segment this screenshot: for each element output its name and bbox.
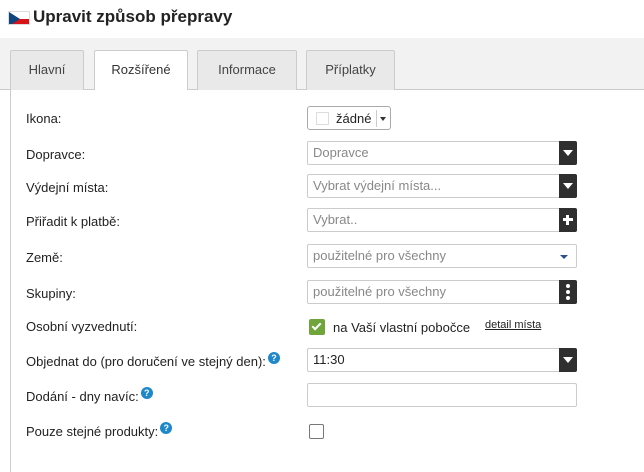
delivery-days-label: Dodání - dny navíc:? <box>26 387 153 404</box>
vertical-dots-icon <box>566 284 570 288</box>
vertical-dots-icon-dot-3 <box>566 296 570 300</box>
vertical-dots-icon-dot-2 <box>566 290 570 294</box>
carrier-placeholder: Dopravce <box>313 145 369 160</box>
delivery-days-input[interactable] <box>307 383 577 407</box>
icon-swatch <box>316 112 329 125</box>
caret-down-icon <box>560 255 568 259</box>
groups-menu-button[interactable] <box>559 280 577 304</box>
pickup-points-select[interactable]: Vybrat výdejní místa... <box>307 174 577 198</box>
same-products-checkbox[interactable] <box>309 424 324 439</box>
same-products-label: Pouze stejné produkty:? <box>26 422 173 439</box>
tab-surcharges[interactable]: Příplatky <box>306 50 395 90</box>
pickup-points-dropdown-button[interactable] <box>559 174 577 198</box>
same-products-label-text: Pouze stejné produkty: <box>26 424 159 439</box>
carrier-select[interactable]: Dopravce <box>307 141 577 165</box>
country-select[interactable]: použitelné pro všechny <box>307 244 577 268</box>
location-detail-link[interactable]: detail místa <box>485 319 541 331</box>
help-icon[interactable]: ? <box>160 422 173 434</box>
add-payment-button[interactable] <box>559 208 577 232</box>
tab-advanced[interactable]: Rozšířené <box>94 50 188 91</box>
checkmark-icon <box>311 320 322 331</box>
carrier-dropdown-button[interactable] <box>559 141 577 165</box>
order-by-label: Objednat do (pro doručení ve stejný den)… <box>26 352 280 369</box>
country-label: Země: <box>26 250 63 265</box>
carrier-label: Dopravce: <box>26 147 86 162</box>
order-by-value: 11:30 <box>313 352 345 367</box>
icon-select[interactable]: žádné <box>307 106 391 130</box>
order-by-dropdown-button[interactable] <box>559 348 577 372</box>
groups-value: použitelné pro všechny <box>313 284 446 299</box>
assign-payment-label: Přiřadit k platbě: <box>26 214 120 229</box>
pickup-points-placeholder: Vybrat výdejní místa... <box>313 178 442 193</box>
plus-icon-vertical <box>566 215 569 225</box>
delivery-days-label-text: Dodání - dny navíc: <box>26 389 139 404</box>
help-icon[interactable]: ? <box>267 352 280 364</box>
help-icon[interactable]: ? <box>140 387 153 399</box>
groups-label: Skupiny: <box>26 286 76 301</box>
personal-pickup-label: Osobní vyzvednutí: <box>26 319 138 334</box>
country-value: použitelné pro všechny <box>313 248 446 263</box>
caret-down-icon <box>380 117 386 121</box>
personal-pickup-option: na Vaší vlastní pobočce <box>333 320 471 335</box>
tab-bar: Hlavní Rozšířené Informace Příplatky <box>0 38 644 91</box>
icon-label: Ikona: <box>26 111 62 126</box>
assign-payment-select[interactable]: Vybrat.. <box>307 208 577 232</box>
icon-select-separator <box>376 110 377 127</box>
order-by-select[interactable]: 11:30 <box>307 348 577 372</box>
order-by-label-text: Objednat do (pro doručení ve stejný den)… <box>26 354 266 369</box>
tab-main[interactable]: Hlavní <box>10 50 84 90</box>
czech-flag-icon <box>8 11 30 25</box>
page-title: Upravit způsob přepravy <box>33 7 233 26</box>
personal-pickup-checkbox[interactable] <box>309 319 325 335</box>
chevron-down-icon <box>563 150 573 156</box>
groups-select[interactable]: použitelné pro všechny <box>307 280 577 304</box>
pickup-points-label: Výdejní místa: <box>26 180 109 195</box>
assign-payment-placeholder: Vybrat.. <box>313 212 358 227</box>
tab-information[interactable]: Informace <box>197 50 297 90</box>
header: Upravit způsob přepravy <box>0 0 644 38</box>
chevron-down-icon <box>563 357 573 363</box>
chevron-down-icon <box>563 183 573 189</box>
form-panel: Ikona: žádné Dopravce: Dopravce Výdejní … <box>10 90 644 472</box>
icon-select-value: žádné <box>336 111 372 126</box>
